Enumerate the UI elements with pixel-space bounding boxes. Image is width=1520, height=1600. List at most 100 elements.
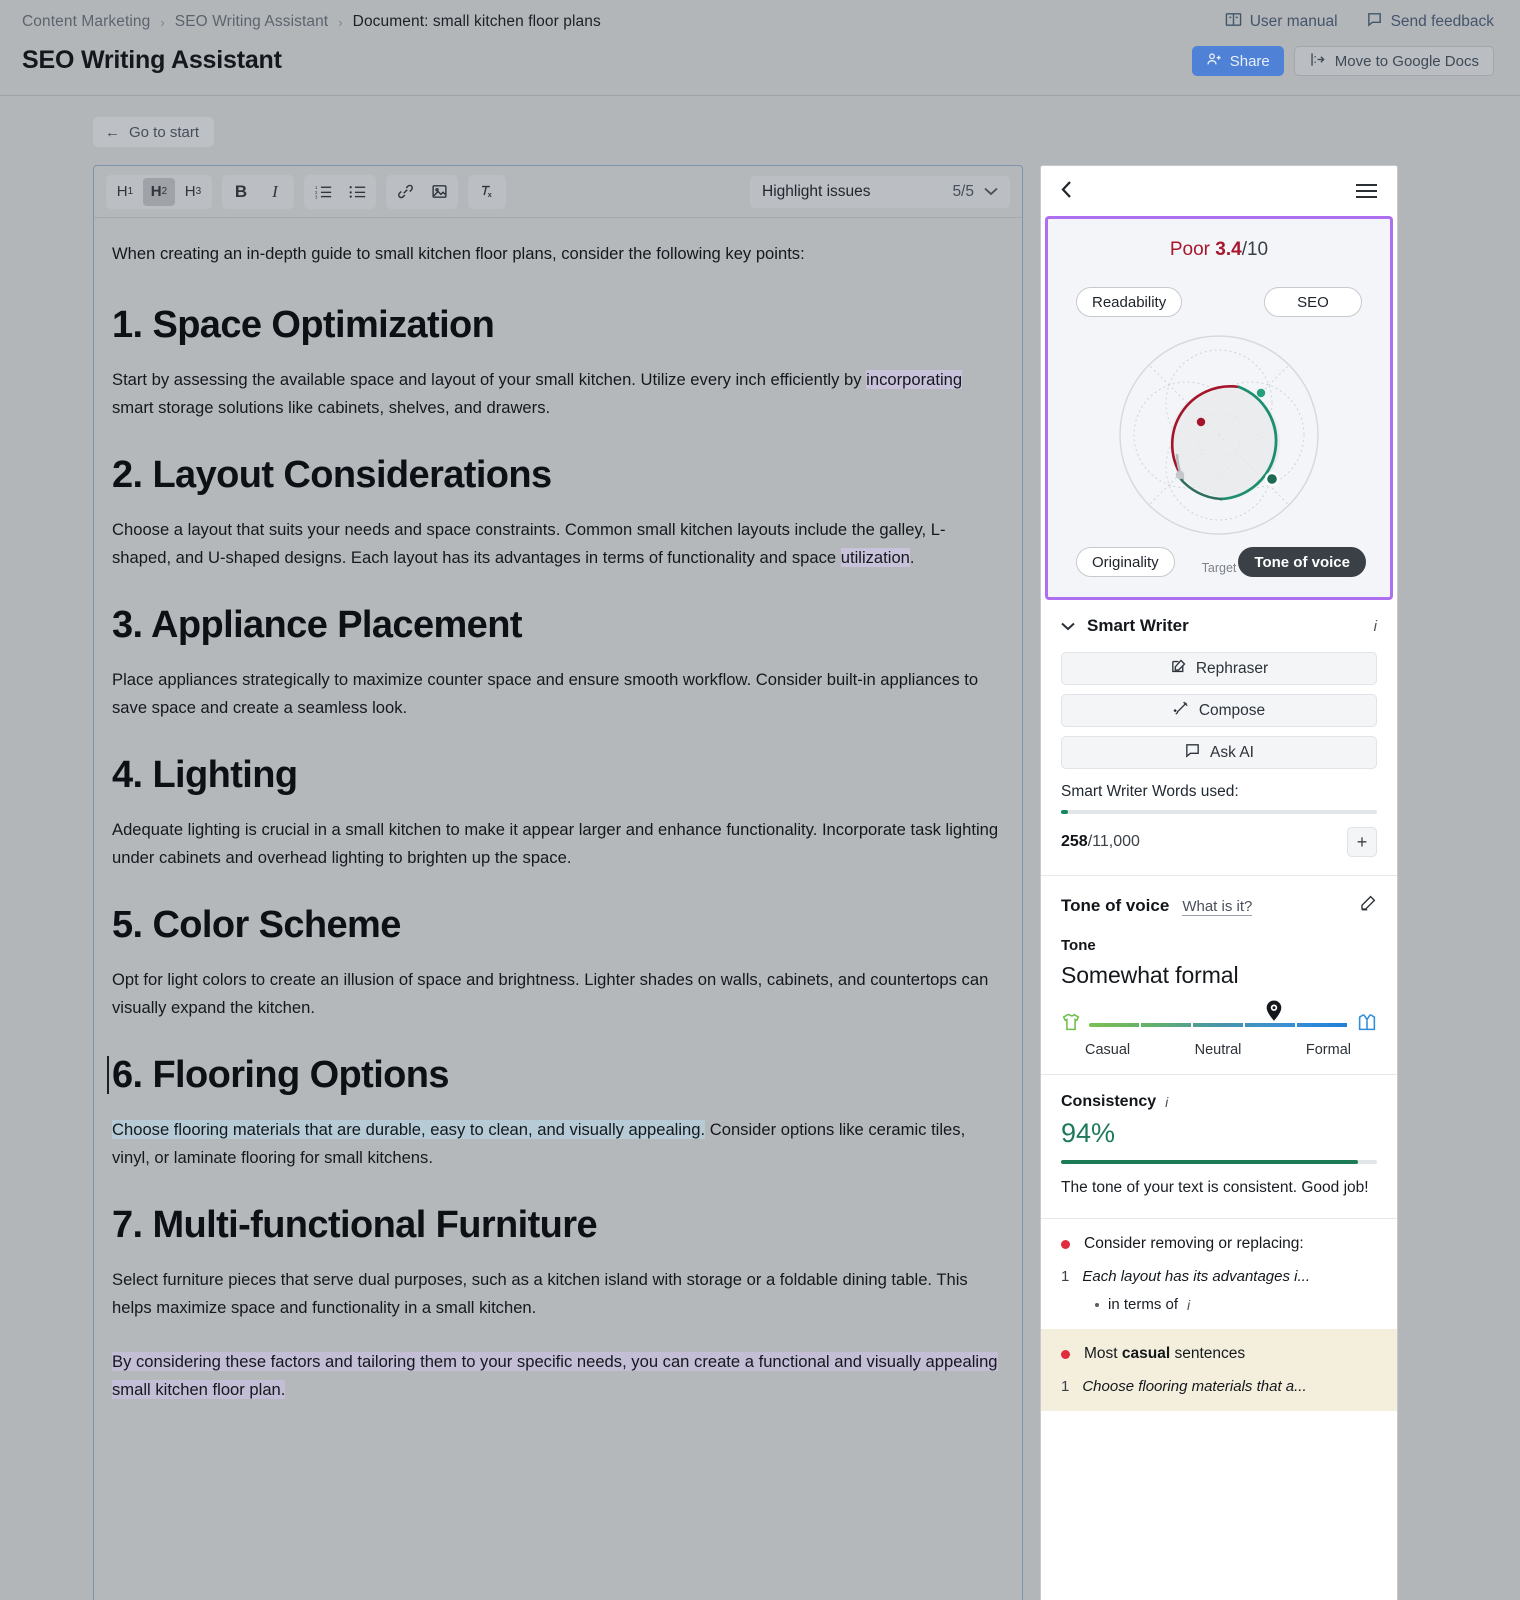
issue-item[interactable]: 1 Each layout has its advantages i...: [1061, 1268, 1377, 1285]
edit-pencil-icon[interactable]: [1359, 894, 1377, 917]
person-add-icon: [1206, 51, 1222, 71]
analysis-panel: Poor 3.4/10 Readability SEO Originality …: [1040, 165, 1398, 1600]
breadcrumb: Content Marketing › SEO Writing Assistan…: [22, 13, 601, 31]
magic-wand-icon: [1173, 700, 1190, 722]
breadcrumb-item-document: Document: small kitchen floor plans: [352, 13, 601, 30]
add-words-button[interactable]: +: [1347, 827, 1377, 857]
send-feedback-label: Send feedback: [1390, 13, 1494, 30]
metric-pill-readability[interactable]: Readability: [1076, 287, 1183, 317]
doc-p2-highlight[interactable]: utilization: [840, 548, 910, 567]
ordered-list-button[interactable]: 123: [307, 178, 339, 206]
chevron-down-icon[interactable]: [1061, 619, 1075, 634]
panel-header: [1041, 166, 1397, 216]
issue-header: Most casual sentences: [1061, 1345, 1377, 1363]
go-to-start-label: Go to start: [129, 123, 200, 141]
clear-format-group: x: [468, 174, 506, 209]
doc-p1-post: smart storage solutions like cabinets, s…: [112, 398, 551, 417]
what-is-it-link[interactable]: What is it?: [1182, 898, 1253, 916]
issue-subitem[interactable]: in terms of i: [1095, 1296, 1377, 1313]
consistency-progress-fill: [1061, 1160, 1359, 1164]
doc-p2-pre: Choose a layout that suits your needs an…: [112, 520, 946, 567]
rephraser-button[interactable]: Rephraser: [1061, 652, 1377, 685]
smart-writer-section: Smart Writer i Rephraser Compose Ask AI …: [1041, 600, 1397, 875]
doc-spacer: [112, 1322, 1002, 1348]
red-dot-icon: [1061, 1349, 1070, 1359]
info-icon[interactable]: i: [1374, 618, 1377, 635]
top-header-bar: Content Marketing › SEO Writing Assistan…: [0, 0, 1520, 96]
image-button[interactable]: [423, 178, 455, 206]
tone-tick-casual: Casual: [1085, 1042, 1131, 1058]
doc-p1-pre: Start by assessing the available space a…: [112, 370, 867, 389]
share-button[interactable]: Share: [1191, 46, 1284, 76]
unordered-list-button[interactable]: [341, 178, 373, 206]
issue-item[interactable]: 1 Choose flooring materials that a...: [1061, 1378, 1377, 1395]
insert-button-group: [386, 174, 458, 209]
tone-tick-formal: Formal: [1305, 1042, 1351, 1058]
tone-segment: [1297, 1022, 1349, 1027]
export-arrow-icon: [1309, 52, 1326, 71]
doc-heading-6: 6. Flooring Options: [107, 1052, 1002, 1098]
words-used-progress-bar: [1061, 810, 1377, 814]
score-quality-label: Poor: [1169, 239, 1210, 260]
tone-tick-neutral: Neutral: [1194, 1042, 1242, 1058]
breadcrumb-separator-icon: ›: [338, 14, 343, 30]
tshirt-casual-icon: [1061, 1013, 1081, 1036]
doc-intro-paragraph: When creating an in-depth guide to small…: [112, 244, 805, 263]
highlight-issues-count: 5/5: [952, 183, 974, 200]
metric-pill-seo[interactable]: SEO: [1264, 287, 1362, 317]
words-used-count: 258/11,000: [1061, 833, 1140, 851]
move-to-google-docs-button[interactable]: Move to Google Docs: [1293, 46, 1494, 76]
document-editor: H1 H2 H3 B I 123 x Highlight issues 5/5 …: [93, 165, 1023, 1600]
seo-label: SEO: [1297, 293, 1329, 311]
tone-slider[interactable]: [1061, 1000, 1377, 1036]
consistency-header: Consistency i: [1061, 1093, 1377, 1111]
clear-formatting-button[interactable]: x: [471, 178, 503, 206]
link-button[interactable]: [389, 178, 421, 206]
tone-marker-pin-icon[interactable]: [1263, 999, 1285, 1030]
menu-icon[interactable]: [1356, 184, 1377, 198]
issue-title-post: sentences: [1170, 1345, 1246, 1362]
bold-label: B: [234, 181, 248, 201]
ask-ai-button[interactable]: Ask AI: [1061, 736, 1377, 769]
breadcrumb-item-seo-writing-assistant[interactable]: SEO Writing Assistant: [175, 13, 328, 31]
doc-closing-highlight[interactable]: By considering these factors and tailori…: [112, 1352, 998, 1399]
text-style-button-group: B I: [222, 174, 294, 209]
highlight-issues-select[interactable]: Highlight issues 5/5: [750, 176, 1010, 208]
doc-heading-4: 4. Lighting: [112, 754, 298, 796]
collapse-panel-icon[interactable]: [1061, 180, 1073, 203]
issue-header: Consider removing or replacing:: [1061, 1235, 1377, 1253]
consistency-message: The tone of your text is consistent. Goo…: [1061, 1179, 1369, 1196]
radar-target-label: Target: [1201, 561, 1237, 575]
user-manual-link[interactable]: User manual: [1225, 11, 1338, 33]
doc-p1-highlight[interactable]: incorporating: [866, 370, 963, 389]
doc-heading-7: 7. Multi-functional Furniture: [112, 1204, 598, 1246]
doc-paragraph-7: Select furniture pieces that serve dual …: [112, 1270, 968, 1317]
chat-bubble-icon: [1366, 11, 1383, 33]
breadcrumb-item-content-marketing[interactable]: Content Marketing: [22, 13, 150, 31]
heading-2-button[interactable]: H2: [143, 177, 175, 206]
info-icon[interactable]: i: [1165, 1094, 1168, 1110]
tone-segment: [1141, 1022, 1193, 1027]
h1-label: H: [116, 183, 128, 200]
tone-of-voice-section: Tone of voice What is it? Tone Somewhat …: [1041, 876, 1397, 1074]
info-icon[interactable]: i: [1187, 1297, 1190, 1313]
header-buttons: Share Move to Google Docs: [1191, 46, 1494, 76]
doc-p6-highlight[interactable]: Choose flooring materials that are durab…: [112, 1120, 706, 1139]
heading-1-button[interactable]: H1: [109, 178, 141, 206]
compose-button[interactable]: Compose: [1061, 694, 1377, 727]
compose-label: Compose: [1198, 701, 1266, 719]
tone-of-voice-header-left: Tone of voice What is it?: [1061, 896, 1253, 916]
chat-bubble-icon: [1184, 742, 1201, 764]
issue-title-pre: Most: [1084, 1345, 1122, 1362]
bold-button[interactable]: B: [225, 178, 257, 206]
italic-button[interactable]: I: [259, 178, 291, 206]
h1-subscript: 1: [127, 186, 134, 197]
consistency-value: 94%: [1061, 1118, 1116, 1148]
send-feedback-link[interactable]: Send feedback: [1366, 11, 1494, 33]
heading-3-button[interactable]: H3: [177, 178, 209, 206]
doc-paragraph-4: Adequate lighting is crucial in a small …: [112, 820, 999, 867]
chevron-down-icon: [984, 183, 998, 201]
go-to-start-button[interactable]: ← Go to start: [93, 117, 215, 147]
document-body[interactable]: When creating an in-depth guide to small…: [94, 218, 1022, 1600]
tone-slider-track[interactable]: [1089, 1000, 1349, 1027]
